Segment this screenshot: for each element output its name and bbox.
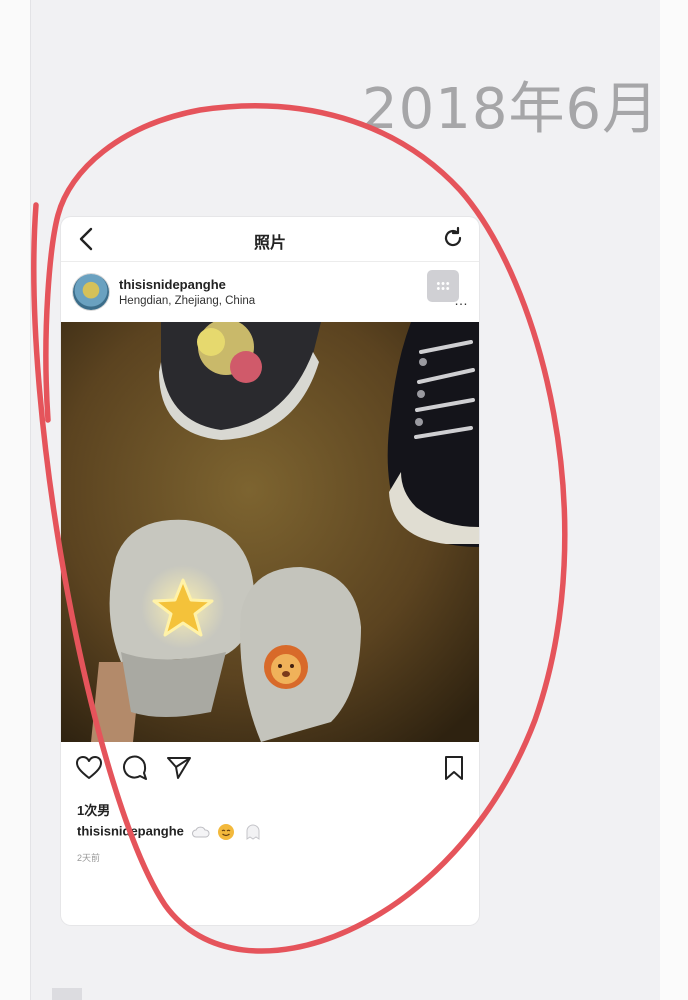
- nav-bar: 照片: [61, 217, 479, 262]
- post-photo[interactable]: [61, 322, 479, 742]
- post-time: 2天前: [77, 853, 101, 863]
- heart-icon[interactable]: [75, 754, 103, 782]
- cloud-icon: [191, 826, 210, 838]
- date-heading: 2018年6月: [362, 77, 660, 142]
- instagram-post-card: 照片 thisisnidepanghe Hengdian, Zhejiang, …: [61, 217, 479, 925]
- caption-username[interactable]: thisisnidepanghe: [77, 823, 184, 838]
- refresh-icon[interactable]: [441, 226, 465, 250]
- post-actions: [61, 742, 479, 790]
- right-panel-edge: [660, 0, 688, 1000]
- left-panel-edge: [0, 0, 30, 1000]
- smiley-emoji-icon: [218, 824, 235, 840]
- post-username[interactable]: thisisnidepanghe: [119, 277, 226, 292]
- ghost-emoji-icon: [246, 824, 260, 840]
- more-options-button[interactable]: …: [427, 270, 468, 307]
- post-caption: thisisnidepanghe: [77, 823, 263, 841]
- more-dots-icon: …: [454, 292, 468, 308]
- comment-icon[interactable]: [121, 754, 149, 782]
- post-header: thisisnidepanghe Hengdian, Zhejiang, Chi…: [61, 262, 479, 322]
- avatar[interactable]: [73, 274, 109, 310]
- send-icon[interactable]: [165, 754, 193, 782]
- view-count: 1次男: [77, 803, 111, 818]
- bottom-thumbnail: [52, 988, 82, 1000]
- grid-icon: [436, 281, 450, 291]
- left-divider: [30, 0, 31, 1000]
- nav-title: 照片: [253, 233, 286, 252]
- post-location[interactable]: Hengdian, Zhejiang, China: [119, 295, 255, 307]
- bookmark-icon[interactable]: [440, 754, 468, 782]
